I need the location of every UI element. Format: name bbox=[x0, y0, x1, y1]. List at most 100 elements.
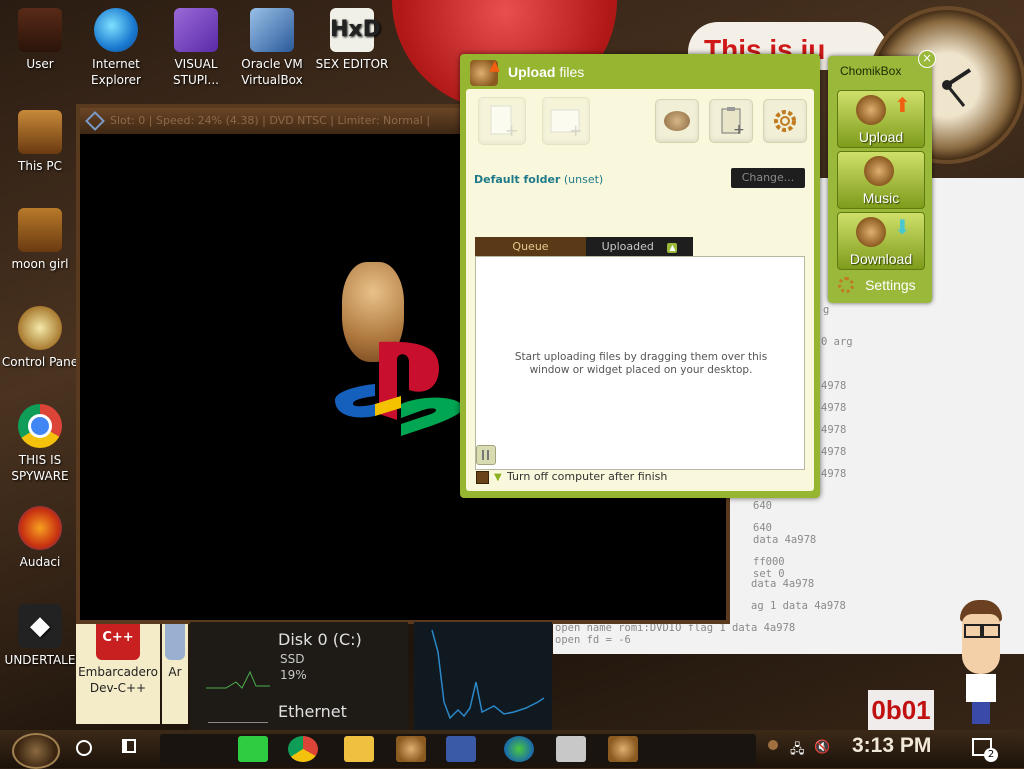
triangle-up-icon: ▲ bbox=[667, 243, 678, 253]
desktop-icon-label: Ar bbox=[168, 665, 182, 679]
network-graph-widget bbox=[414, 622, 552, 730]
wallpaper-red-text: 0b01 bbox=[868, 690, 934, 730]
close-button[interactable]: × bbox=[918, 50, 936, 68]
terminal-line: open fd = -6 bbox=[555, 634, 631, 646]
desktop-icon-dev-cpp[interactable]: C++ Embarcadero Dev-C++ bbox=[76, 616, 160, 724]
download-button[interactable]: ⬇ Download bbox=[837, 212, 925, 270]
taskbar-emulator-icon[interactable] bbox=[446, 736, 476, 762]
default-folder-row: Default folder (unset) bbox=[474, 173, 603, 186]
desktop-character-image bbox=[954, 600, 1008, 724]
desktop-icon-control-panel[interactable]: Control Pane bbox=[0, 306, 80, 370]
desktop-icon-visual-studio[interactable]: VISUAL STUPI... bbox=[156, 8, 236, 88]
change-folder-button[interactable]: Change... bbox=[731, 168, 805, 188]
desktop-icon-virtualbox[interactable]: Oracle VM VirtualBox bbox=[232, 8, 312, 88]
desktop-icon-chrome[interactable]: THIS IS SPYWARE bbox=[0, 404, 80, 484]
notification-center-icon[interactable]: 2 bbox=[972, 738, 998, 762]
start-button[interactable] bbox=[12, 733, 60, 769]
volume-muted-icon[interactable]: 🔇 bbox=[814, 740, 830, 755]
window-title-rest: files bbox=[555, 64, 585, 80]
default-folder-value: (unset) bbox=[563, 173, 604, 186]
settings-label: Settings bbox=[865, 276, 916, 293]
desktop-icon-undertale[interactable]: ◆ UNDERTALE bbox=[0, 604, 80, 668]
download-button-label: Download bbox=[849, 251, 913, 267]
edge-browser-icon bbox=[94, 8, 138, 52]
computer-icon bbox=[18, 110, 62, 154]
taskbar-spotify-icon[interactable] bbox=[238, 736, 268, 762]
desktop-icon-label: VISUAL STUPI... bbox=[173, 57, 219, 87]
taskbar-file-explorer-icon[interactable] bbox=[344, 736, 374, 762]
user-folder-icon bbox=[18, 8, 62, 52]
add-folder-button[interactable]: + bbox=[542, 97, 590, 145]
hex-editor-icon: HxD bbox=[330, 8, 381, 52]
paste-button[interactable]: + bbox=[709, 99, 753, 143]
add-file-button[interactable]: + bbox=[478, 97, 526, 145]
taskbar-upload-icon[interactable] bbox=[608, 736, 638, 762]
folder-icon bbox=[18, 208, 62, 252]
queue-empty-message: Start uploading files by dragging them o… bbox=[514, 351, 768, 376]
desktop-icon-label: Embarcadero Dev-C++ bbox=[78, 665, 158, 695]
network-activity-graph-icon bbox=[431, 629, 545, 720]
terminal-line: 4978 bbox=[821, 424, 847, 436]
desktop-icon-this-pc[interactable]: This PC bbox=[0, 110, 80, 174]
unity-icon: ◆ bbox=[18, 604, 62, 648]
search-icon[interactable] bbox=[76, 740, 92, 756]
pause-button[interactable] bbox=[476, 445, 496, 465]
desktop-icon-user[interactable]: User bbox=[0, 8, 80, 72]
hamster-headphones-icon bbox=[864, 156, 894, 186]
tab-uploaded[interactable]: Uploaded ▲ bbox=[586, 237, 693, 257]
svg-text:+: + bbox=[569, 121, 582, 140]
desktop-icon-partial[interactable]: Ar bbox=[162, 616, 188, 724]
disk-activity-graph-icon bbox=[206, 670, 270, 689]
upload-files-window[interactable]: ▲ Upload files + + + Default folder (uns… bbox=[460, 54, 820, 498]
audacity-icon bbox=[18, 506, 62, 550]
terminal-line: 4978 bbox=[821, 402, 847, 414]
desktop-icon-label: Audaci bbox=[19, 555, 61, 569]
taskbar-clock[interactable]: 3:13 PM bbox=[852, 734, 931, 758]
svg-text:+: + bbox=[733, 122, 745, 138]
settings-button[interactable] bbox=[763, 99, 807, 143]
visual-studio-icon bbox=[174, 8, 218, 52]
settings-link[interactable]: Settings bbox=[838, 274, 916, 294]
terminal-line: 4978 bbox=[821, 446, 847, 458]
taskbar-app-icon[interactable] bbox=[556, 736, 586, 762]
chomikbox-widget[interactable]: ChomikBox × ⬆ Upload Music ⬇ Download Se… bbox=[828, 50, 936, 303]
arrow-down-icon: ⬇ bbox=[894, 215, 911, 239]
chrome-icon bbox=[18, 404, 62, 448]
terminal-line: ag 1 data 4a978 bbox=[751, 600, 846, 612]
queue-list[interactable]: Start uploading files by dragging them o… bbox=[475, 256, 805, 470]
svg-text:+: + bbox=[505, 121, 518, 140]
chomik-account-button[interactable] bbox=[655, 99, 699, 143]
clipboard-icon: + bbox=[721, 107, 745, 138]
desktop-icon-label: THIS IS SPYWARE bbox=[11, 453, 69, 483]
shutdown-checkbox[interactable] bbox=[476, 471, 489, 484]
desktop-icon-label: This PC bbox=[18, 159, 62, 173]
upload-button[interactable]: ⬆ Upload bbox=[837, 90, 925, 148]
shutdown-arrow-icon: ▼ bbox=[494, 472, 502, 483]
desktop-icon-label: User bbox=[26, 57, 54, 71]
hamster-icon bbox=[664, 111, 690, 131]
virtualbox-icon bbox=[250, 8, 294, 52]
terminal-line: ff000 bbox=[753, 556, 785, 568]
disk-usage: 19% bbox=[280, 668, 307, 682]
desktop-icon-hex-editor[interactable]: HxD SEX EDITOR bbox=[312, 8, 392, 72]
terminal-line: 0 arg bbox=[821, 336, 853, 348]
terminal-line: 640 bbox=[753, 522, 772, 534]
tray-gear-icon[interactable] bbox=[768, 740, 778, 750]
desktop-icon-internet-explorer[interactable]: Internet Explorer bbox=[76, 8, 156, 88]
desktop-icon-label: Internet Explorer bbox=[91, 57, 141, 87]
tab-queue[interactable]: Queue bbox=[475, 237, 586, 257]
upload-button-label: Upload bbox=[858, 129, 904, 145]
network-status-icon[interactable]: 🖧 bbox=[790, 740, 805, 762]
music-button[interactable]: Music bbox=[837, 151, 925, 209]
task-view-icon[interactable] bbox=[122, 739, 136, 753]
taskbar-chomikbox-icon[interactable] bbox=[396, 736, 426, 762]
chomik-hamster-icon: ▲ bbox=[470, 58, 500, 86]
upload-panel: + + + Default folder (unset) Change... Q… bbox=[466, 89, 814, 491]
taskbar-globe-icon[interactable] bbox=[504, 736, 534, 762]
desktop-icon-audacity[interactable]: Audaci bbox=[0, 506, 80, 570]
desktop-icon-moon-girl[interactable]: moon girl bbox=[0, 208, 80, 272]
emulator-status-text: Slot: 0 | Speed: 24% (4.38) | DVD NTSC |… bbox=[110, 114, 431, 127]
chomikbox-title: ChomikBox bbox=[840, 64, 902, 78]
taskbar-chrome-icon[interactable] bbox=[288, 736, 318, 762]
terminal-line: data 4a978 bbox=[753, 534, 817, 546]
